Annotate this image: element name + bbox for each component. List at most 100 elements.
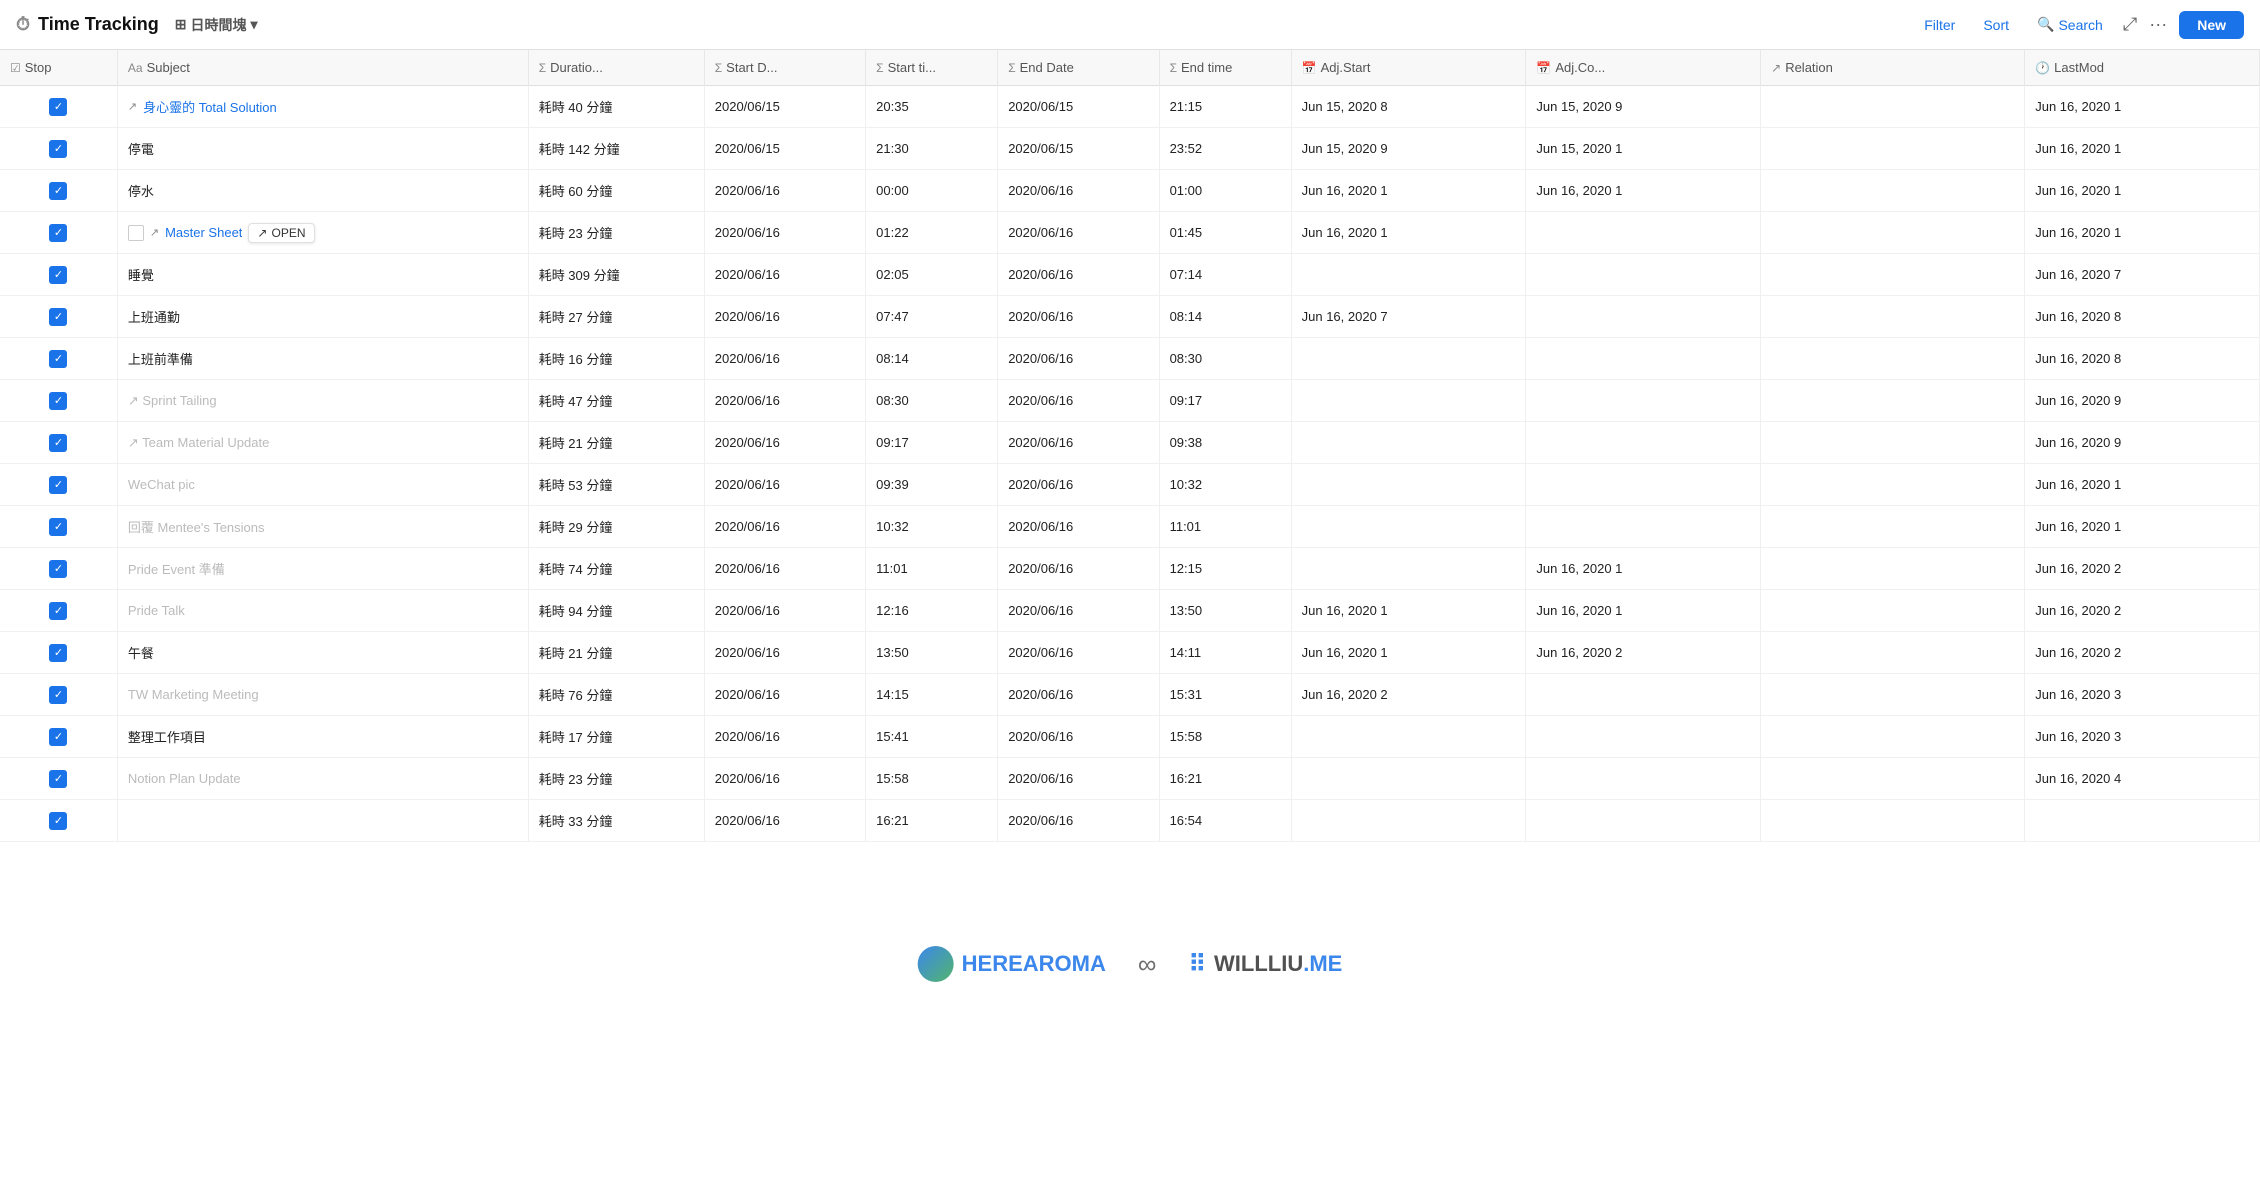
startdate-cell: 2020/06/16 (704, 422, 865, 464)
col-header-stop[interactable]: ☑ Stop (0, 50, 117, 86)
row-checkbox[interactable]: ✓ (49, 350, 67, 368)
subject-text: 睡覺 (128, 265, 154, 284)
starttime-cell: 12:16 (866, 590, 998, 632)
relation-cell (1761, 464, 2025, 506)
adjstart-cell (1291, 548, 1526, 590)
adjstart-cell (1291, 506, 1526, 548)
expand-icon[interactable]: ⤢ (2123, 14, 2137, 35)
endtime-cell: 09:17 (1159, 380, 1291, 422)
col-header-endtime[interactable]: Σ End time (1159, 50, 1291, 86)
stop-cell: ✓ (0, 506, 117, 548)
row-checkbox[interactable]: ✓ (49, 812, 67, 830)
adjco-cell (1526, 254, 1761, 296)
enddate-cell: 2020/06/16 (998, 380, 1159, 422)
stop-cell: ✓ (0, 464, 117, 506)
starttime-cell: 02:05 (866, 254, 998, 296)
row-checkbox[interactable]: ✓ (49, 224, 67, 242)
startdate-cell: 2020/06/15 (704, 86, 865, 128)
row-checkbox[interactable]: ✓ (49, 182, 67, 200)
col-header-relation[interactable]: ↗ Relation (1761, 50, 2025, 86)
subject-text: 停水 (128, 181, 154, 200)
adjco-cell: Jun 15, 2020 1 (1526, 128, 1761, 170)
adjco-cell: Jun 16, 2020 1 (1526, 170, 1761, 212)
subject-cell: TW Marketing Meeting (117, 674, 528, 716)
duration-cell: 耗時 17 分鐘 (528, 716, 704, 758)
table-row: ✓↗ Team Material Update耗時 21 分鐘2020/06/1… (0, 422, 2260, 464)
col-header-adjstart[interactable]: 📅 Adj.Start (1291, 50, 1526, 86)
adjstart-cell (1291, 800, 1526, 842)
col-label-relation: Relation (1785, 60, 1833, 75)
table-row: ✓WeChat pic耗時 53 分鐘2020/06/1609:392020/0… (0, 464, 2260, 506)
row-checkbox[interactable]: ✓ (49, 140, 67, 158)
relation-cell (1761, 170, 2025, 212)
row-checkbox[interactable]: ✓ (49, 602, 67, 620)
more-menu-icon[interactable]: ··· (2149, 14, 2167, 35)
relation-cell (1761, 380, 2025, 422)
table-row: ✓停電耗時 142 分鐘2020/06/1521:302020/06/1523:… (0, 128, 2260, 170)
lastmod-cell: Jun 16, 2020 1 (2025, 128, 2260, 170)
row-checkbox[interactable]: ✓ (49, 686, 67, 704)
row-checkbox[interactable]: ✓ (49, 644, 67, 662)
new-button[interactable]: New (2179, 11, 2244, 39)
row-checkbox[interactable]: ✓ (49, 266, 67, 284)
row-checkbox[interactable]: ✓ (49, 308, 67, 326)
adjstart-cell: Jun 16, 2020 1 (1291, 170, 1526, 212)
stop-cell: ✓ (0, 716, 117, 758)
subject-text: 停電 (128, 139, 154, 158)
endtime-cell: 01:45 (1159, 212, 1291, 254)
stop-cell: ✓ (0, 800, 117, 842)
starttime-cell: 14:15 (866, 674, 998, 716)
row-checkbox[interactable]: ✓ (49, 392, 67, 410)
row-checkbox[interactable]: ✓ (49, 434, 67, 452)
adjco-cell (1526, 422, 1761, 464)
row-checkbox[interactable]: ✓ (49, 476, 67, 494)
relation-cell (1761, 128, 2025, 170)
adjco-cell (1526, 212, 1761, 254)
open-popup-button[interactable]: ↗ OPEN (248, 223, 314, 243)
stop-cell: ✓ (0, 548, 117, 590)
open-arrow-icon: ↗ (257, 226, 267, 240)
sort-button[interactable]: Sort (1975, 13, 2017, 37)
subject-cell: WeChat pic (117, 464, 528, 506)
search-button[interactable]: 🔍 Search (2029, 12, 2111, 37)
adjstart-cell (1291, 758, 1526, 800)
link-icon: ↗ (150, 226, 159, 239)
startdate-cell: 2020/06/16 (704, 674, 865, 716)
subject-text: ↗ Sprint Tailing (128, 393, 217, 409)
subject-text: 午餐 (128, 643, 154, 662)
table-row: ✓Pride Event 準備耗時 74 分鐘2020/06/1611:0120… (0, 548, 2260, 590)
col-header-subject[interactable]: Aa Subject (117, 50, 528, 86)
col-header-startdate[interactable]: Σ Start D... (704, 50, 865, 86)
sigma-enddate-icon: Σ (1008, 61, 1015, 75)
row-checkbox[interactable]: ✓ (49, 98, 67, 116)
row-checkbox[interactable]: ✓ (49, 518, 67, 536)
row-checkbox[interactable]: ✓ (49, 770, 67, 788)
subject-text: WeChat pic (128, 477, 195, 492)
view-switcher[interactable]: ⊞ 日時間塊 ▾ (167, 11, 266, 39)
starttime-cell: 08:14 (866, 338, 998, 380)
filter-button[interactable]: Filter (1916, 13, 1963, 37)
endtime-cell: 01:00 (1159, 170, 1291, 212)
view-icon: ⊞ (175, 16, 187, 33)
adjstart-cell: Jun 16, 2020 2 (1291, 674, 1526, 716)
subject-cell: 整理工作項目 (117, 716, 528, 758)
subject-cell: ↗ Master Sheet ↗ OPEN (117, 212, 528, 254)
stop-cell: ✓ (0, 170, 117, 212)
col-header-lastmod[interactable]: 🕐 LastMod (2025, 50, 2260, 86)
adjstart-cell: Jun 15, 2020 8 (1291, 86, 1526, 128)
subject-text: Master Sheet (165, 225, 242, 240)
col-header-starttime[interactable]: Σ Start ti... (866, 50, 998, 86)
startdate-cell: 2020/06/15 (704, 128, 865, 170)
col-header-duration[interactable]: Σ Duratio... (528, 50, 704, 86)
adjstart-cell: Jun 16, 2020 1 (1291, 212, 1526, 254)
subject-cell: 睡覺 (117, 254, 528, 296)
duration-cell: 耗時 309 分鐘 (528, 254, 704, 296)
row-checkbox[interactable]: ✓ (49, 560, 67, 578)
starttime-cell: 09:39 (866, 464, 998, 506)
endtime-cell: 08:30 (1159, 338, 1291, 380)
col-header-adjco[interactable]: 📅 Adj.Co... (1526, 50, 1761, 86)
table-header-row: ☑ Stop Aa Subject Σ Duratio... (0, 50, 2260, 86)
row-checkbox[interactable]: ✓ (49, 728, 67, 746)
adjstart-cell: Jun 15, 2020 9 (1291, 128, 1526, 170)
col-header-enddate[interactable]: Σ End Date (998, 50, 1159, 86)
